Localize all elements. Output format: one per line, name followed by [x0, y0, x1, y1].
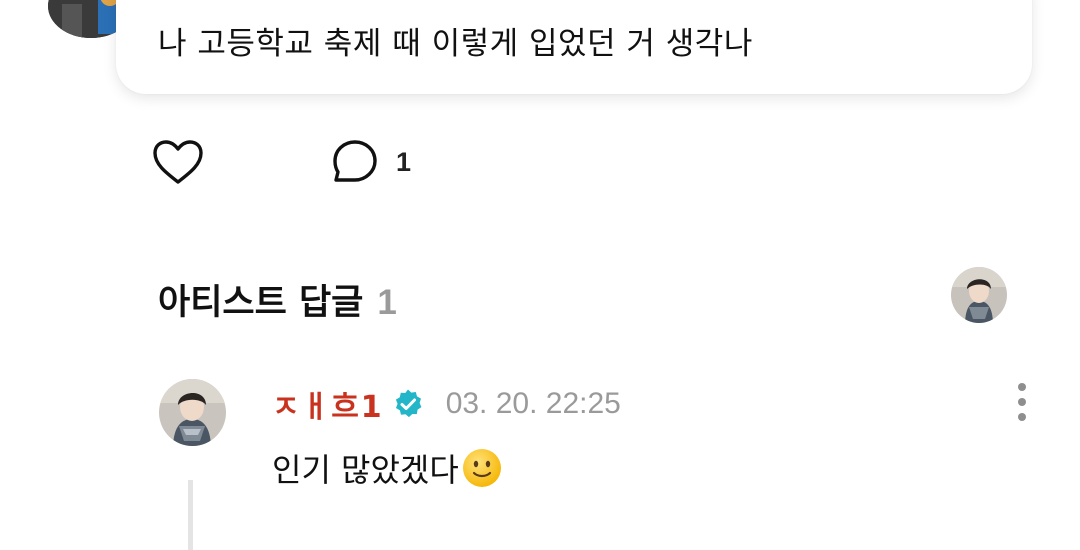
artist-replies-title: 아티스트 답글: [158, 283, 364, 323]
artist-avatar[interactable]: [951, 267, 1007, 323]
like-button[interactable]: [148, 134, 208, 190]
more-dot: [1018, 413, 1026, 421]
artist-replies-header: 아티스트 답글 1: [158, 274, 397, 325]
reply-text: 인기 많았겠다: [272, 451, 459, 489]
reply-author-name[interactable]: ㅈㅐ흐1: [272, 382, 384, 426]
post-text: 나 고등학교 축제 때 이렇게 입었던 거 생각나: [158, 26, 753, 62]
verified-badge-icon: [392, 388, 424, 420]
more-options-button[interactable]: [1004, 380, 1040, 424]
reply-timestamp: 03. 20. 22:25: [445, 387, 621, 420]
more-dot: [1018, 398, 1026, 406]
speech-bubble-icon: [333, 140, 377, 182]
slightly-smiling-face-emoji: [461, 447, 503, 489]
reply-body: 인기 많았겠다: [272, 445, 503, 491]
reply-meta: ㅈㅐ흐1 03. 20. 22:25: [272, 382, 621, 426]
comment-count: 1: [396, 146, 412, 177]
heart-outline-icon: [153, 140, 203, 184]
artist-replies-count: 1: [377, 283, 397, 322]
comment-button[interactable]: 1: [330, 134, 411, 190]
thread-line: [188, 480, 193, 550]
more-vertical-icon: [1018, 383, 1026, 391]
reply-author-avatar[interactable]: [159, 379, 226, 446]
